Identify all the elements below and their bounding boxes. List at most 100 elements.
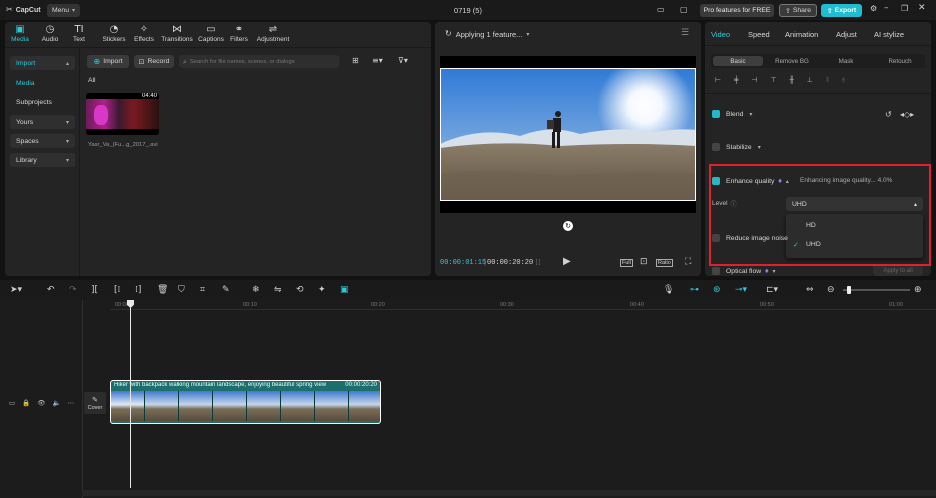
visibility-icon[interactable]: 👁 xyxy=(37,399,45,407)
player-menu-icon[interactable]: ☰ xyxy=(681,28,689,38)
keyframe-icon[interactable]: ◂◇▸ xyxy=(900,110,914,120)
tab-speed[interactable]: Speed xyxy=(748,30,770,39)
split-right-icon[interactable]: ⁞] xyxy=(135,285,141,295)
ai-enhance-icon[interactable]: ▣ xyxy=(340,285,349,295)
timeline-scrollbar[interactable] xyxy=(82,490,936,496)
preview-axis-icon[interactable]: ⊏▾ xyxy=(766,285,778,295)
align-top-icon[interactable]: ⊤ xyxy=(770,76,776,85)
video-preview[interactable] xyxy=(440,56,696,213)
split-icon[interactable]: ][ xyxy=(91,285,98,295)
align-left-icon[interactable]: ⊢ xyxy=(715,76,721,85)
pro-features-button[interactable]: Pro features for FREE xyxy=(700,4,774,17)
apply-to-all-button[interactable]: Apply to all xyxy=(873,265,923,276)
tab-adjust[interactable]: Adjust xyxy=(836,30,857,39)
distribute-h-icon[interactable]: ⫴ xyxy=(826,76,829,85)
split-left-icon[interactable]: [⁞ xyxy=(114,285,120,295)
stabilize-checkbox[interactable] xyxy=(712,143,720,151)
crop-icon[interactable]: ⌗ xyxy=(200,285,205,295)
tab-filters[interactable]: ⚭ Filters xyxy=(229,25,249,44)
timeline-clip[interactable]: Hiker with backpack walking mountain lan… xyxy=(110,380,381,424)
zoom-in-icon[interactable]: ⊕ xyxy=(914,285,922,295)
mark-icon[interactable]: ⛉ xyxy=(178,285,185,295)
subtab-mask[interactable]: Mask xyxy=(821,56,871,66)
more-icon[interactable]: ⋯ xyxy=(68,399,75,407)
sidebar-item-import[interactable]: Import ▴ xyxy=(10,56,75,70)
sidebar-item-yours[interactable]: Yours ▾ xyxy=(10,115,75,129)
rotate-icon[interactable]: ↻ xyxy=(563,221,573,231)
filmstrip-frame xyxy=(213,391,247,421)
snapshot-icon[interactable]: ⊡ xyxy=(640,257,648,267)
zoom-slider[interactable] xyxy=(843,289,910,291)
share-button[interactable]: ⇪ Share xyxy=(779,4,817,17)
maximize-icon[interactable]: ❐ xyxy=(901,4,908,14)
align-bottom-icon[interactable]: ⊥ xyxy=(807,76,813,85)
select-cursor-icon[interactable]: ➤▾ xyxy=(10,285,22,295)
draw-icon[interactable]: ✎ xyxy=(222,285,230,295)
align-middle-icon[interactable]: ╫ xyxy=(790,76,794,85)
record-button[interactable]: ⊡ Record xyxy=(134,55,174,68)
rotate-clip-icon[interactable]: ⟲ xyxy=(296,285,304,295)
media-clip-thumbnail[interactable]: 04:40 xyxy=(86,93,159,135)
delete-icon[interactable]: 🗑 xyxy=(157,285,168,295)
tab-audio[interactable]: ◷ Audio xyxy=(39,25,61,44)
freeze-icon[interactable]: ❄ xyxy=(252,285,260,295)
filter-icon[interactable]: ⊽▾ xyxy=(398,56,408,66)
tab-media[interactable]: ▣ Media xyxy=(10,25,30,44)
subtab-basic[interactable]: Basic xyxy=(713,56,763,66)
tab-ai-stylize[interactable]: AI stylize xyxy=(874,30,904,39)
subtab-retouch[interactable]: Retouch xyxy=(875,56,925,66)
close-icon[interactable]: ✕ xyxy=(918,3,926,13)
undo-icon[interactable]: ↶ xyxy=(47,285,55,295)
zoom-slider-handle[interactable] xyxy=(847,286,851,294)
tab-text[interactable]: TI Text xyxy=(71,25,87,44)
link-icon[interactable]: ⊶ xyxy=(690,285,699,295)
align-center-icon[interactable]: ╪ xyxy=(734,76,738,85)
redo-icon[interactable]: ↷ xyxy=(69,285,77,295)
tab-captions[interactable]: ▭ Captions xyxy=(197,25,225,44)
ratio-button[interactable]: Ratio xyxy=(656,259,673,267)
layout-icon[interactable]: ▭ xyxy=(657,5,665,15)
distribute-v-icon[interactable]: ⫵ xyxy=(842,76,845,85)
crop-frame[interactable] xyxy=(440,68,696,201)
microphone-icon[interactable]: 🎙 xyxy=(663,285,674,295)
timecode-grid-icon[interactable]: ⁞⁞ xyxy=(535,258,541,268)
play-icon[interactable]: ▶ xyxy=(563,257,571,267)
magnet-icon[interactable]: ⊛ xyxy=(713,285,721,295)
full-quality-button[interactable]: Full xyxy=(620,259,633,267)
sidebar-item-spaces[interactable]: Spaces ▾ xyxy=(10,134,75,148)
import-button[interactable]: ⊕ Import xyxy=(87,55,129,68)
tab-animation[interactable]: Animation xyxy=(785,30,818,39)
magic-icon[interactable]: ✦ xyxy=(318,285,326,295)
lock-icon[interactable]: 🔒 xyxy=(22,399,30,407)
reset-icon[interactable]: ↺ xyxy=(885,110,892,120)
blend-checkbox[interactable] xyxy=(712,110,720,118)
sort-icon[interactable]: ≡▾ xyxy=(372,56,383,66)
mirror-icon[interactable]: ⇋ xyxy=(274,285,282,295)
minimize-icon[interactable]: – xyxy=(884,3,889,13)
tab-stickers[interactable]: ◔ Stickers xyxy=(100,25,128,44)
subtab-remove-bg[interactable]: Remove BG xyxy=(767,56,817,66)
sidebar-item-media[interactable]: Media xyxy=(10,76,75,90)
cover-button[interactable]: ✎ Cover xyxy=(84,392,106,414)
tab-effects[interactable]: ✧ Effects xyxy=(132,25,156,44)
search-input[interactable]: ⌕ Search for file names, scenes, or dial… xyxy=(179,55,339,68)
fit-icon[interactable]: ⇔ xyxy=(806,285,814,295)
track-thumbnail-icon[interactable]: ▭ xyxy=(9,399,15,407)
grid-view-icon[interactable]: ⊞ xyxy=(352,56,359,66)
tab-video[interactable]: Video xyxy=(711,30,730,39)
zoom-out-icon[interactable]: ⊖ xyxy=(827,285,835,295)
optical-flow-checkbox[interactable] xyxy=(712,267,720,275)
tab-transitions[interactable]: ⋈ Transitions xyxy=(160,25,194,44)
settings-icon[interactable]: ⚙ xyxy=(870,4,877,14)
filter-all-label[interactable]: All xyxy=(88,77,96,84)
sidebar-item-subprojects[interactable]: Subprojects xyxy=(10,95,75,109)
fullscreen-icon[interactable]: ⛶ xyxy=(685,257,691,267)
monitor-icon[interactable]: ▢ xyxy=(680,5,688,15)
align-right-icon[interactable]: ⊣ xyxy=(751,76,757,85)
export-button[interactable]: ⇧ Export xyxy=(821,4,862,17)
sidebar-item-library[interactable]: Library ▾ xyxy=(10,153,75,167)
mute-icon[interactable]: 🔈 xyxy=(53,399,61,407)
playhead[interactable] xyxy=(130,300,131,488)
snap-icon[interactable]: ⊸▾ xyxy=(735,285,747,295)
tab-adjustment[interactable]: ⇌ Adjustment xyxy=(255,25,291,44)
